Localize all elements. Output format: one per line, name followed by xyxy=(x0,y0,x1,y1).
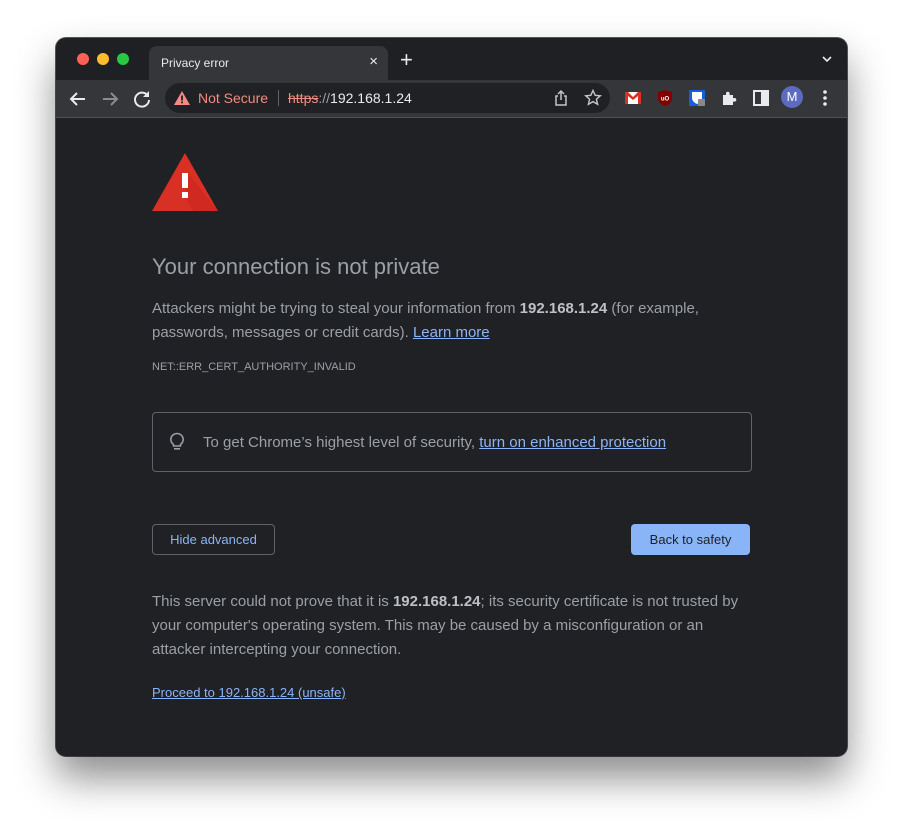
enhanced-text: To get Chrome’s highest level of securit… xyxy=(203,434,480,451)
page-title: Your connection is not private xyxy=(152,254,440,279)
address-bar[interactable]: Not Secure https://192.168.1.24 xyxy=(165,83,610,113)
proceed-container: Proceed to 192.168.1.24 (unsafe) xyxy=(152,685,346,700)
warning-triangle-icon[interactable] xyxy=(174,91,190,105)
intro-text: Attackers might be trying to steal your … xyxy=(152,300,520,317)
page-content: Your connection is not private Attackers… xyxy=(56,118,847,756)
new-tab-button[interactable]: + xyxy=(400,49,413,71)
minimize-window-button[interactable] xyxy=(97,53,109,65)
bitwarden-icon[interactable] xyxy=(687,88,707,108)
back-to-safety-button[interactable]: Back to safety xyxy=(631,524,750,555)
browser-window: Privacy error × + Not Secure https://192… xyxy=(56,38,847,756)
details-host: 192.168.1.24 xyxy=(392,593,481,610)
enhanced-protection-box: To get Chrome’s highest level of securit… xyxy=(152,412,752,472)
share-icon[interactable] xyxy=(552,89,570,107)
learn-more-link[interactable]: Learn more xyxy=(413,324,490,341)
url-text[interactable]: https://192.168.1.24 xyxy=(288,90,412,106)
back-arrow-icon[interactable] xyxy=(66,87,90,111)
more-menu-icon[interactable] xyxy=(820,88,830,108)
tab-close-icon[interactable]: × xyxy=(369,53,378,70)
close-window-button[interactable] xyxy=(77,53,89,65)
reload-icon[interactable] xyxy=(130,87,154,111)
bookmark-star-icon[interactable] xyxy=(584,89,602,107)
enhanced-protection-text: To get Chrome’s highest level of securit… xyxy=(203,434,666,451)
details-text: This server could not prove that it is xyxy=(152,593,393,610)
intro-paragraph: Attackers might be trying to steal your … xyxy=(152,297,752,345)
not-secure-label[interactable]: Not Secure xyxy=(198,90,268,106)
side-panel-icon[interactable] xyxy=(751,88,771,108)
puzzle-extensions-icon[interactable] xyxy=(719,88,739,108)
forward-arrow-icon[interactable] xyxy=(98,87,122,111)
profile-avatar[interactable]: M xyxy=(781,86,803,108)
proceed-unsafe-link[interactable]: Proceed to 192.168.1.24 (unsafe) xyxy=(152,685,346,700)
ublock-origin-icon[interactable]: uO xyxy=(655,88,675,108)
toolbar: Not Secure https://192.168.1.24 uO M xyxy=(56,80,847,118)
hide-advanced-button[interactable]: Hide advanced xyxy=(152,524,275,555)
svg-text:uO: uO xyxy=(661,97,670,103)
url-scheme: https xyxy=(288,90,319,106)
tab-privacy-error[interactable]: Privacy error × xyxy=(149,46,388,80)
url-host: 192.168.1.24 xyxy=(330,90,412,106)
intro-host: 192.168.1.24 xyxy=(519,300,608,317)
gmail-icon[interactable] xyxy=(623,88,643,108)
enhanced-protection-link[interactable]: turn on enhanced protection xyxy=(479,434,666,451)
tab-title: Privacy error xyxy=(161,56,230,70)
maximize-window-button[interactable] xyxy=(117,53,129,65)
tab-strip: Privacy error × + xyxy=(56,38,847,80)
details-paragraph: This server could not prove that it is 1… xyxy=(152,590,752,662)
chevron-down-icon[interactable] xyxy=(821,53,833,65)
error-code: NET::ERR_CERT_AUTHORITY_INVALID xyxy=(152,361,356,373)
url-separator: :// xyxy=(318,90,331,106)
omnibox-divider xyxy=(278,90,279,106)
lightbulb-icon xyxy=(170,432,184,450)
warning-icon xyxy=(152,153,218,211)
